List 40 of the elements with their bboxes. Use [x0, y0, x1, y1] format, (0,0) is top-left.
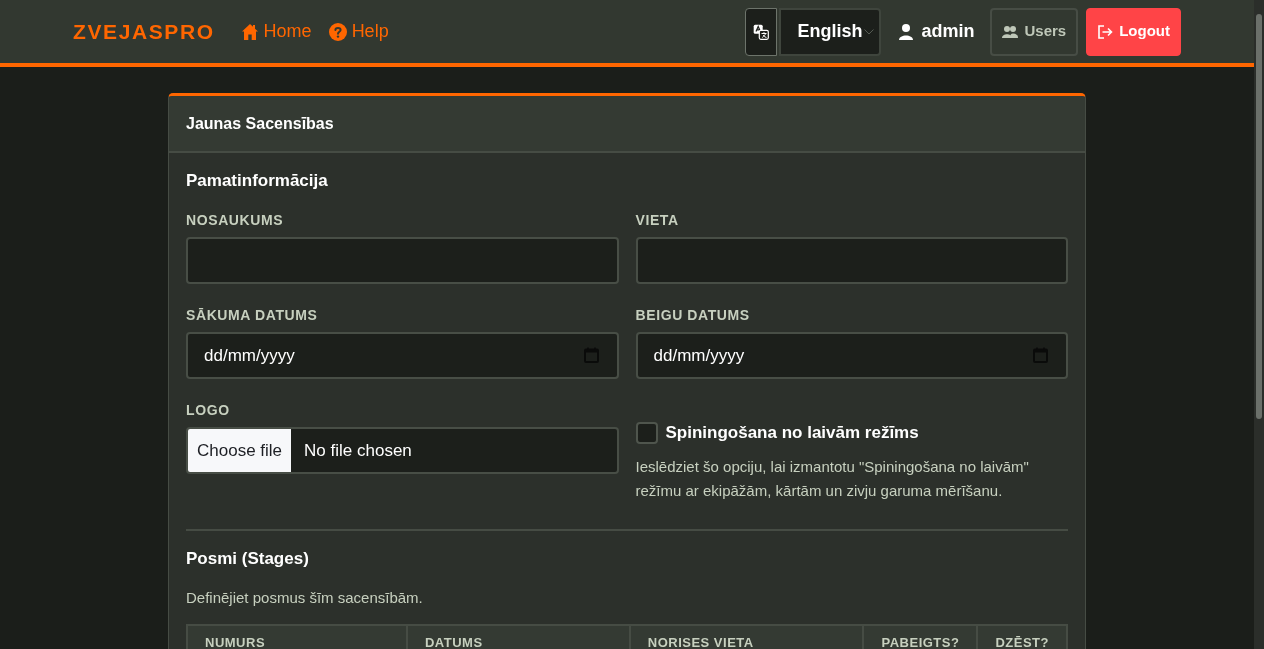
- brand-logo[interactable]: ZVEJASPRO: [73, 15, 215, 48]
- logout-icon: [1097, 24, 1114, 39]
- users-icon: [1002, 24, 1019, 39]
- section-description: Definējiet posmus šīm sacensībām.: [186, 587, 424, 608]
- user-menu[interactable]: admin: [899, 18, 975, 45]
- text-field[interactable]: [186, 237, 619, 284]
- file-field[interactable]: Choose file No file chosen: [186, 427, 619, 474]
- nav-link[interactable]: Home: [240, 18, 312, 45]
- column-header: NORISES VIETA: [629, 625, 864, 649]
- date-field[interactable]: dd/mm/yyyy: [186, 332, 619, 379]
- field-label: SĀKUMA DATUMS: [186, 306, 319, 324]
- card-title: Jaunas Sacensības: [169, 96, 1085, 153]
- file-status: No file chosen: [304, 439, 412, 462]
- column-header: NUMURS: [187, 625, 407, 649]
- help-icon: [328, 22, 347, 41]
- scrollbar-thumb[interactable]: [1256, 14, 1262, 419]
- field-label: NOSAUKUMS: [186, 211, 285, 229]
- language-select[interactable]: English: [779, 7, 882, 56]
- column-header: DATUMS: [406, 625, 630, 649]
- home-icon: [240, 22, 259, 41]
- field-label: LOGO: [186, 401, 231, 419]
- choose-file-button[interactable]: Choose file: [188, 429, 292, 472]
- column-header: DZĒST?: [977, 625, 1067, 649]
- field-label: BEIGU DATUMS: [635, 306, 751, 324]
- scrollbar[interactable]: [1254, 0, 1264, 649]
- section-heading: Posmi (Stages): [186, 547, 310, 570]
- column-header: PABEIGTS?: [863, 625, 978, 649]
- nav-button[interactable]: Users: [990, 7, 1079, 56]
- person-icon: [899, 23, 914, 40]
- nav-link[interactable]: Help: [328, 18, 389, 45]
- text-field[interactable]: [635, 237, 1068, 284]
- caret-icon: [864, 28, 875, 35]
- checkbox[interactable]: [635, 421, 658, 444]
- date-field[interactable]: dd/mm/yyyy: [635, 332, 1068, 379]
- help-text: Ieslēdziet šo opciju, lai izmantotu "Spiningošana no laivām" režīmu ar ekipāžām, kārtām un zivju garuma mērīšanu.: [635, 456, 1030, 501]
- translate-button[interactable]: [745, 7, 778, 56]
- field-label: VIETA: [635, 211, 680, 229]
- section-heading: Pamatinformācija: [186, 170, 329, 192]
- checkbox-label: Spiningošana no laivām režīms: [665, 422, 919, 444]
- translate-icon: [753, 23, 770, 40]
